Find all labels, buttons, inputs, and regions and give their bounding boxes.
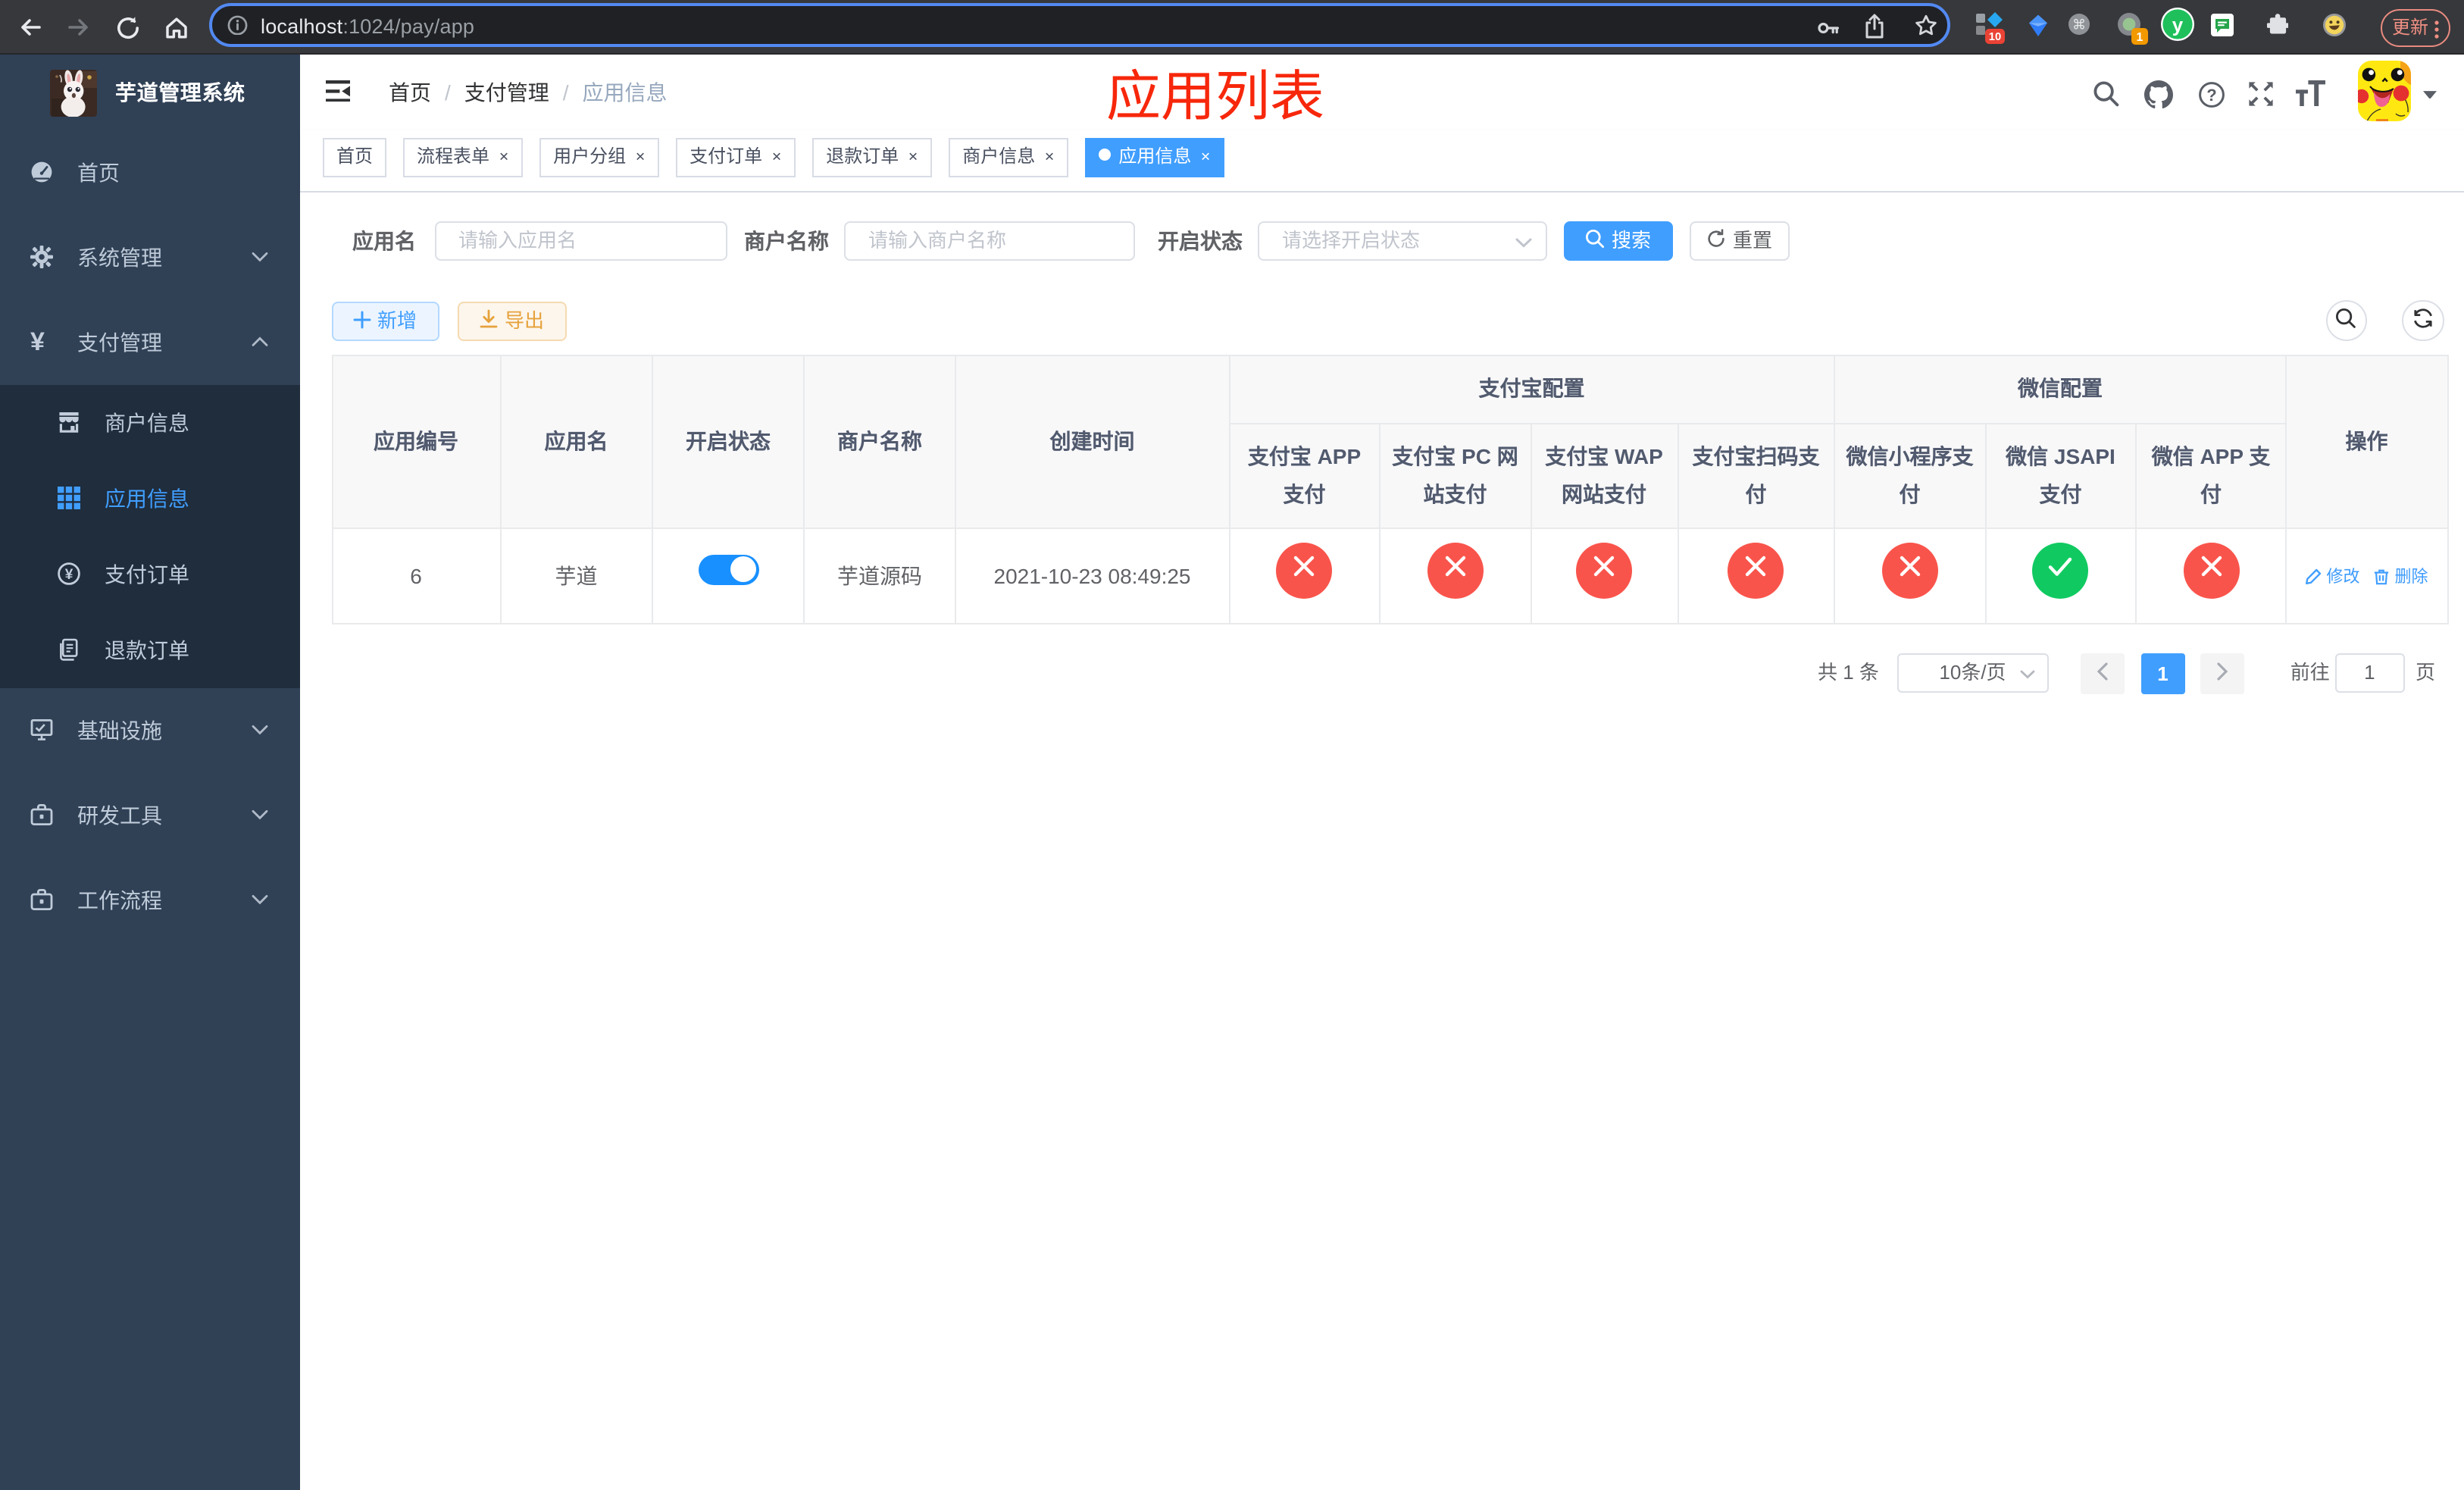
- svg-text:⌘: ⌘: [2072, 17, 2086, 32]
- svg-text:?: ?: [2206, 85, 2216, 104]
- svg-text:¥: ¥: [65, 568, 73, 584]
- svg-text:10: 10: [1989, 30, 2001, 42]
- svg-text:1: 1: [2136, 31, 2143, 44]
- svg-text:y: y: [2172, 14, 2184, 36]
